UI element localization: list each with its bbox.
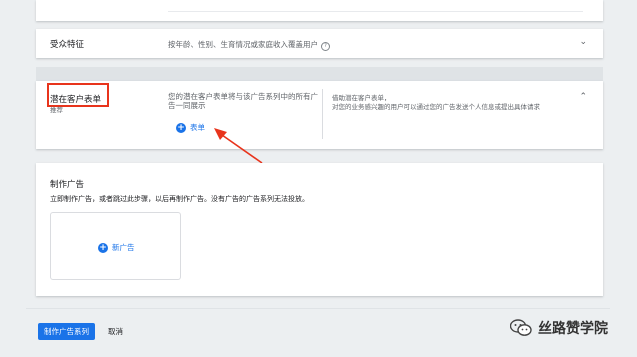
previous-section-card: [36, 0, 603, 21]
wechat-icon: [510, 319, 532, 336]
watermark: 丝路赞学院: [510, 318, 608, 338]
red-arrow-annotation: [214, 128, 263, 164]
row-description: 按年龄、性别、生育情况或家庭收入覆盖用户?: [168, 39, 330, 51]
section-band: [36, 67, 603, 81]
new-ad-label: 新广告: [112, 243, 135, 252]
help-icon[interactable]: ?: [321, 42, 330, 51]
help-text-line2: 对您的业务感兴趣的用户可以通过您的广告发送个人信息或提出具体请求: [332, 103, 540, 111]
vertical-divider: [322, 89, 323, 139]
recommended-label: 推荐: [50, 106, 63, 114]
plus-icon: +: [176, 122, 186, 133]
new-ad-card[interactable]: + 新广告: [50, 212, 181, 280]
row-title: 受众特征: [50, 40, 85, 50]
chevron-down-icon[interactable]: ⌄: [579, 37, 587, 47]
section-title: 制作广告: [50, 180, 85, 190]
help-text-line1: 借助潜在客户表单，: [332, 94, 391, 102]
lead-form-section: 潜在客户表单 推荐 您的潜在客户表单将与该广告系列中的所有广告一同展示 + 表单…: [36, 81, 603, 149]
audience-demographics-row[interactable]: 受众特征 按年龄、性别、生育情况或家庭收入覆盖用户? ⌄: [36, 29, 603, 58]
cancel-button[interactable]: 取消: [108, 323, 123, 340]
section-description: 您的潜在客户表单将与该广告系列中的所有广告一同展示: [168, 92, 318, 110]
create-ad-section: 制作广告 立即制作广告，或者跳过此步骤，以后再制作广告。没有广告的广告系列无法投…: [36, 163, 603, 296]
footer-divider: [26, 308, 610, 309]
add-form-button[interactable]: + 表单: [176, 122, 205, 133]
create-campaign-button[interactable]: 制作广告系列: [38, 323, 95, 340]
chevron-up-icon[interactable]: ⌃: [579, 92, 587, 102]
watermark-text: 丝路赞学院: [538, 321, 608, 337]
add-form-label: 表单: [190, 123, 205, 132]
divider: [168, 11, 583, 12]
section-description: 立即制作广告，或者跳过此步骤，以后再制作广告。没有广告的广告系列无法投放。: [50, 195, 309, 203]
plus-icon: +: [98, 242, 108, 253]
row-description-text: 按年龄、性别、生育情况或家庭收入覆盖用户: [168, 40, 318, 49]
new-ad-button[interactable]: + 新广告: [98, 242, 135, 253]
section-help-text: 借助潜在客户表单， 对您的业务感兴趣的用户可以通过您的广告发送个人信息或提出具体…: [332, 94, 540, 112]
